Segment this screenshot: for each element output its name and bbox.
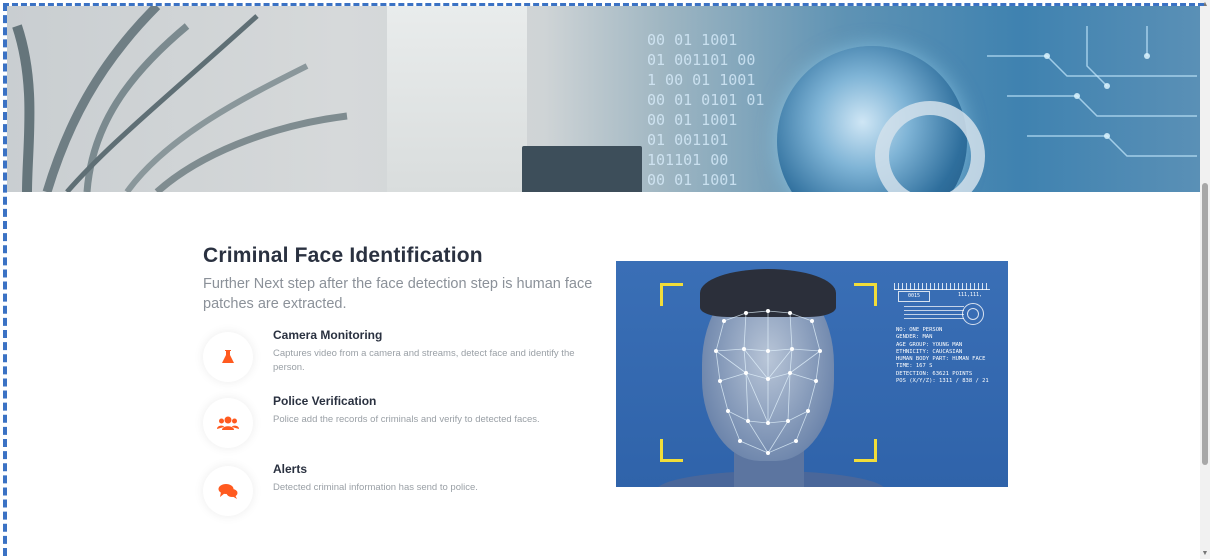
hud-info-text: NO: ONE PERSON GENDER: MAN AGE GROUP: YO… [896,327,989,385]
focus-bracket-top-left [660,283,683,306]
feature-description: Police add the records of criminals and … [273,414,540,425]
chat-bubbles-icon [203,466,253,516]
scrollbar[interactable]: ▲ ▼ [1200,0,1210,559]
feature-title: Camera Monitoring [273,328,383,342]
section-subtitle: Further Next step after the face detecti… [203,276,593,312]
scrollbar-thumb[interactable] [1202,183,1208,465]
scroll-up-arrow-icon[interactable]: ▲ [1201,1,1209,9]
feature-police-verification: Police Verification Police add the recor… [203,394,603,454]
focus-bracket-top-right [854,283,877,306]
hud-bars [904,305,964,319]
feature-description: Captures video from a camera and streams… [273,348,575,373]
focus-bracket-bottom-left [660,439,683,462]
feature-description: Detected criminal information has send t… [273,482,478,493]
target-icon [962,303,984,325]
feature-title: Police Verification [273,394,377,408]
hud-small-readout: 111,111, [958,292,983,298]
binary-text: 00 01 1001 01 001101 00 1 00 01 1001 00 … [647,31,765,189]
hud-box: 0015 [898,291,930,302]
flask-icon [203,332,253,382]
focus-bracket-bottom-right [854,439,877,462]
feature-alerts: Alerts Detected criminal information has… [203,462,603,522]
monitor-shape [522,146,642,192]
hud-ruler [894,283,990,290]
section-title: Criminal Face Identification [203,244,483,267]
window-light [387,6,527,192]
circuit-graphic [987,26,1197,157]
feature-camera-monitoring: Camera Monitoring Captures video from a … [203,328,603,388]
feature-title: Alerts [273,462,308,476]
users-icon [203,398,253,448]
scroll-down-arrow-icon[interactable]: ▼ [1201,550,1209,558]
plant-leaves-icon [12,6,348,192]
hero-banner: 00 01 1001 01 001101 00 1 00 01 1001 00 … [7,6,1200,192]
face-recognition-image: 0015 111,111, NO: ONE PERSON GENDER: MAN… [616,261,1008,487]
